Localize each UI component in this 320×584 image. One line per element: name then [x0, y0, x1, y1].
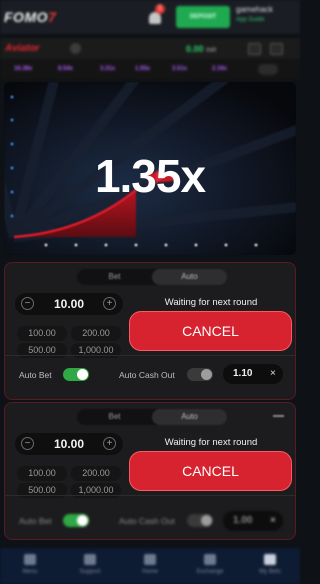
quick-amount-button[interactable]: 200.00 [71, 326, 121, 341]
user-info[interactable]: gamehack App Guide [236, 5, 273, 23]
current-multiplier: 1.35x [94, 150, 206, 202]
auto-cashout-label: Auto Cash Out [119, 370, 175, 380]
cancel-button[interactable]: CANCEL [129, 311, 292, 351]
cashout-input[interactable]: 1.00 × [223, 511, 283, 531]
quick-amount-button[interactable]: 100.00 [17, 326, 67, 341]
game-canvas: 1.35x [4, 82, 296, 255]
bet-mode-tabs: Bet Auto [77, 409, 227, 425]
history-item[interactable]: 8.54x [58, 66, 73, 72]
history-item[interactable]: 1.55x [135, 66, 150, 72]
balance-currency: INR [206, 48, 217, 54]
auto-bet-label: Auto Bet [19, 370, 52, 380]
cancel-button[interactable]: CANCEL [129, 451, 292, 491]
cashout-input[interactable]: 1.10 × [223, 364, 283, 384]
home-icon [144, 554, 156, 565]
history-item[interactable]: 3.51x [172, 66, 187, 72]
help-icon[interactable] [70, 43, 81, 54]
auto-bet-toggle[interactable] [63, 514, 89, 527]
history-item[interactable]: 2.16x [212, 66, 227, 72]
nav-support[interactable]: Support [60, 548, 120, 584]
menu-icon[interactable] [248, 43, 261, 55]
nav-label: Exchange [196, 569, 224, 575]
bottom-nav: Menu Support Home Exchange My Bets [0, 548, 300, 584]
logo-accent: 7 [48, 9, 57, 25]
cashout-value[interactable]: 1.10 [233, 368, 252, 379]
history-toggle-button[interactable] [258, 64, 278, 75]
balance-amount: 0.00 [186, 44, 204, 54]
round-status: Waiting for next round [164, 297, 258, 308]
fomo-logo[interactable]: FOMO7 [4, 9, 56, 25]
cashout-value[interactable]: 1.00 [233, 515, 252, 526]
history-item[interactable]: 3.31x [100, 66, 115, 72]
top-header: FOMO7 1 DEPOSIT gamehack App Guide [0, 0, 300, 34]
nav-label: Home [141, 569, 158, 575]
bet-amount[interactable]: 10.00 [41, 297, 97, 311]
auto-bet-toggle[interactable] [63, 368, 89, 381]
remove-panel-icon[interactable] [273, 415, 284, 417]
bet-panel-1: Bet Auto − 10.00 + 100.00 200.00 500.00 … [4, 262, 296, 400]
nav-label: My Bets [259, 569, 281, 575]
tab-bet[interactable]: Bet [77, 269, 152, 285]
nav-label: Menu [22, 569, 38, 575]
deposit-button[interactable]: DEPOSIT [176, 6, 230, 28]
auto-cashout-toggle[interactable] [187, 368, 213, 381]
quick-amount-button[interactable]: 100.00 [17, 466, 67, 481]
increase-button[interactable]: + [103, 297, 116, 310]
decrease-button[interactable]: − [21, 437, 34, 450]
game-header: Aviator 0.00 INR [0, 38, 300, 60]
user-subtext: App Guide [236, 17, 265, 23]
bet-mode-tabs: Bet Auto [77, 269, 227, 285]
bet-panel-2: Bet Auto − 10.00 + 100.00 200.00 500.00 … [4, 402, 296, 540]
panel-divider [5, 495, 295, 496]
username: gamehack [236, 5, 273, 14]
nav-my-bets[interactable]: My Bets [240, 548, 300, 584]
nav-label: Support [79, 569, 101, 575]
decrease-button[interactable]: − [21, 297, 34, 310]
round-status: Waiting for next round [164, 437, 258, 448]
panel-divider [5, 355, 295, 356]
clear-icon[interactable]: × [270, 515, 276, 526]
auto-cashout-label: Auto Cash Out [119, 516, 175, 526]
clear-icon[interactable]: × [270, 368, 276, 379]
auto-cashout-toggle[interactable] [187, 514, 213, 527]
auto-bet-label: Auto Bet [19, 516, 52, 526]
notification-badge: 1 [155, 4, 165, 14]
logo-main: FOMO [4, 9, 48, 25]
bell-icon[interactable]: 1 [146, 4, 166, 28]
aviator-logo: Aviator [5, 43, 40, 54]
tab-auto[interactable]: Auto [152, 269, 227, 285]
bet-amount-stepper[interactable]: − 10.00 + [15, 433, 123, 455]
support-icon [84, 554, 96, 565]
menu-icon [24, 554, 36, 565]
exchange-icon [204, 554, 216, 565]
increase-button[interactable]: + [103, 437, 116, 450]
chat-icon[interactable] [270, 43, 283, 55]
nav-menu[interactable]: Menu [0, 548, 60, 584]
quick-amount-button[interactable]: 200.00 [71, 466, 121, 481]
bet-amount-stepper[interactable]: − 10.00 + [15, 293, 123, 315]
game-balance: 0.00 INR [186, 44, 216, 54]
history-strip: 16.38x 8.54x 3.31x 1.55x 3.51x 2.16x [0, 60, 300, 80]
bets-icon [264, 554, 276, 565]
history-item[interactable]: 16.38x [14, 66, 32, 72]
nav-home[interactable]: Home [120, 548, 180, 584]
bet-amount[interactable]: 10.00 [41, 437, 97, 451]
tab-auto[interactable]: Auto [152, 409, 227, 425]
tab-bet[interactable]: Bet [77, 409, 152, 425]
nav-exchange[interactable]: Exchange [180, 548, 240, 584]
